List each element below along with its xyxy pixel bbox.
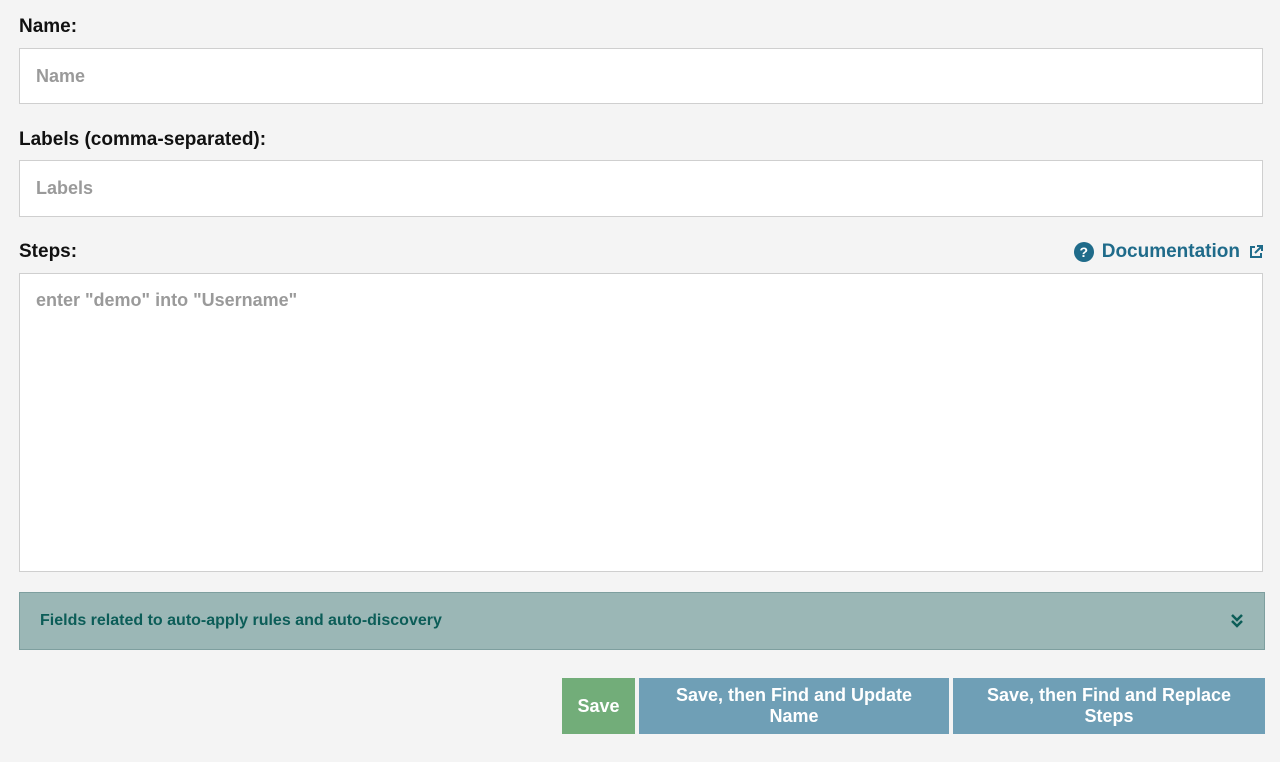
steps-textarea[interactable]	[19, 273, 1263, 572]
labels-input[interactable]	[19, 160, 1263, 217]
name-input[interactable]	[19, 48, 1263, 104]
external-link-icon	[1248, 244, 1264, 260]
documentation-link-label: Documentation	[1101, 241, 1240, 262]
save-button[interactable]: Save	[562, 678, 635, 734]
steps-label: Steps:	[19, 241, 78, 262]
labels-label: Labels (comma-separated):	[19, 129, 267, 150]
save-update-name-button[interactable]: Save, then Find and Update Name	[639, 678, 949, 734]
test-editor-form: Name: Labels (comma-separated): Steps: ?…	[0, 0, 1280, 762]
name-label: Name:	[19, 16, 78, 37]
question-circle-icon: ?	[1073, 242, 1094, 262]
auto-apply-accordion-header[interactable]: Fields related to auto-apply rules and a…	[19, 592, 1265, 650]
double-chevron-down-icon	[1230, 613, 1244, 629]
accordion-title: Fields related to auto-apply rules and a…	[40, 612, 442, 629]
documentation-link[interactable]: ? Documentation	[1073, 240, 1264, 264]
save-replace-steps-button[interactable]: Save, then Find and Replace Steps	[953, 678, 1265, 734]
